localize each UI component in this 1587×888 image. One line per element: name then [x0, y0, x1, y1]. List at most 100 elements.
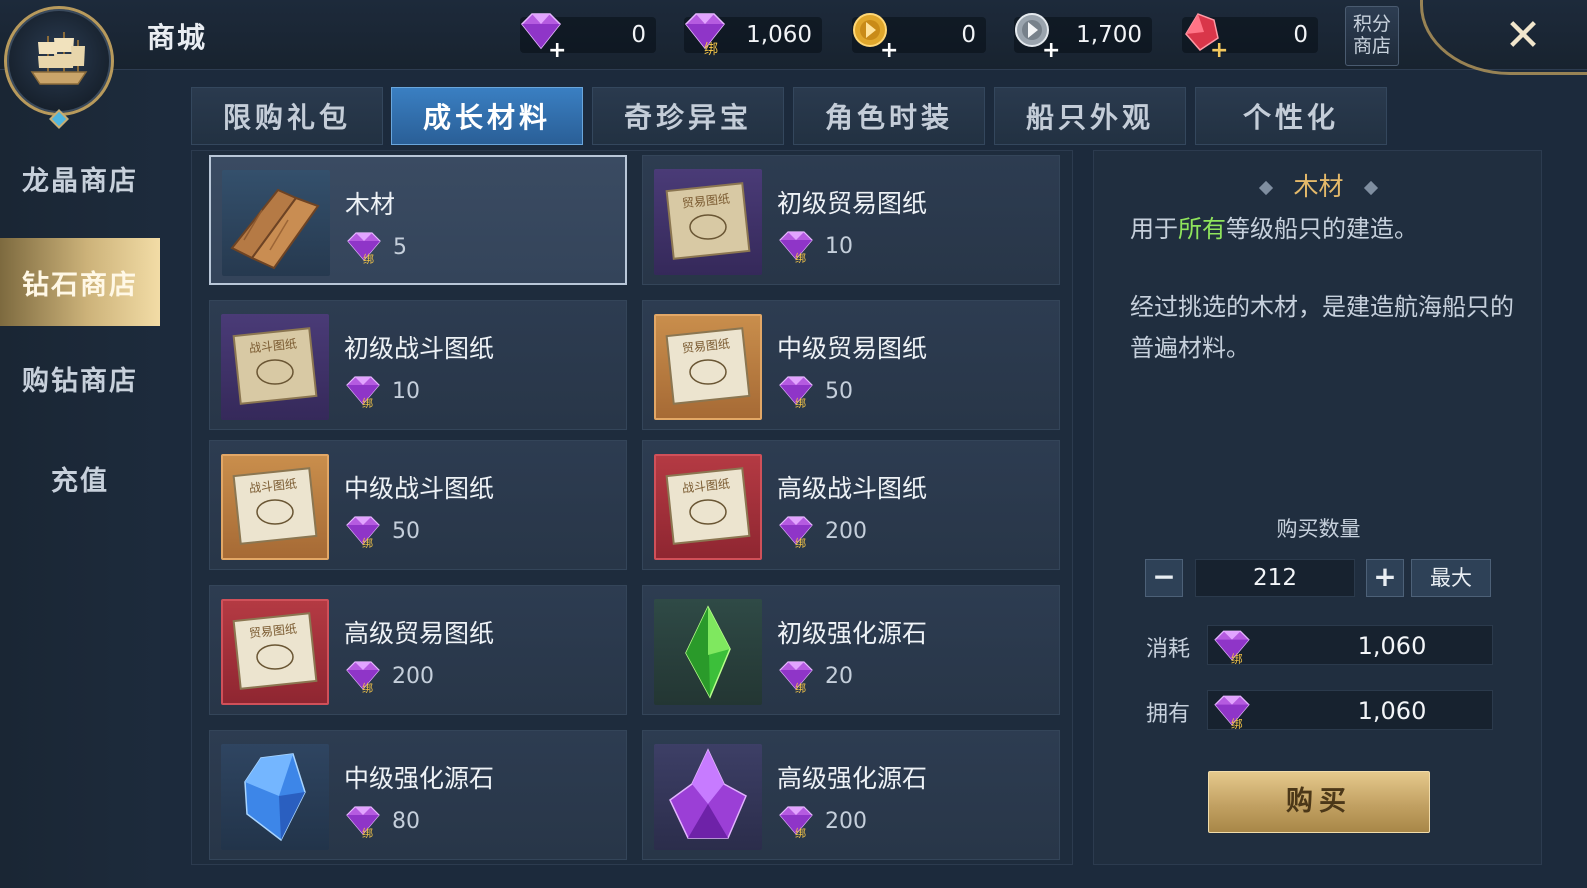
- battle-blueprint-icon: 战斗图纸: [654, 454, 762, 560]
- currency-silver[interactable]: 1,700 +: [1014, 13, 1152, 63]
- svg-text:绑: 绑: [795, 537, 806, 548]
- svg-text:绑: 绑: [795, 397, 806, 408]
- bound-diamond-icon: 绑: [779, 661, 813, 693]
- item-name: 中级战斗图纸: [344, 474, 495, 503]
- sidebar: 龙晶商店 钻石商店 购钻商店 充值: [0, 70, 160, 888]
- detail-description: 经过挑选的木材，是建造航海船只的普遍材料。: [1130, 293, 1514, 362]
- item-card-wood[interactable]: 木材 绑 5: [209, 155, 627, 285]
- cost-label: 消耗: [1146, 637, 1191, 662]
- item-price: 绑 5: [345, 231, 407, 264]
- item-name: 初级贸易图纸: [777, 189, 928, 218]
- page-title: 商城: [147, 21, 208, 54]
- bound-diamond-icon: 绑: [779, 516, 813, 548]
- add-icon: +: [1210, 38, 1229, 63]
- item-name: 初级战斗图纸: [344, 334, 495, 363]
- blue-crystal-icon: [221, 744, 329, 850]
- item-price: 绑 50: [344, 515, 420, 548]
- bound-diamond-icon: 绑: [779, 231, 813, 263]
- points-shop-button[interactable]: 积分 商店: [1345, 6, 1399, 66]
- wood-planks-icon: [222, 170, 330, 276]
- item-price: 绑 200: [777, 515, 867, 548]
- item-card-adv-enhance-stone[interactable]: 高级强化源石 绑 200: [642, 730, 1060, 860]
- svg-text:绑: 绑: [362, 827, 373, 838]
- sidebar-item-dragon-crystal-shop[interactable]: 龙晶商店: [0, 134, 160, 222]
- points-shop-label-1: 积分: [1352, 13, 1391, 35]
- quantity-decrease-button[interactable]: −: [1145, 559, 1183, 597]
- tab-rare-treasures[interactable]: 奇珍异宝: [592, 87, 784, 145]
- item-name: 高级强化源石: [777, 764, 928, 793]
- battle-blueprint-icon: 战斗图纸: [221, 314, 329, 420]
- tab-limited-packs[interactable]: 限购礼包: [191, 87, 383, 145]
- item-price-value: 200: [825, 808, 867, 834]
- svg-text:绑: 绑: [362, 397, 373, 408]
- detail-usage: 用于所有等级船只的建造。: [1130, 209, 1418, 244]
- usage-text: 等级船只的建造。: [1226, 215, 1418, 243]
- item-card-mid-battle-blueprint[interactable]: 战斗图纸 中级战斗图纸 绑 50: [209, 440, 627, 570]
- sidebar-item-buy-diamond-shop[interactable]: 购钻商店: [0, 334, 160, 422]
- svg-text:绑: 绑: [795, 827, 806, 838]
- currency-gold[interactable]: 0 +: [852, 13, 986, 63]
- bound-diamond-icon: 绑: [346, 376, 380, 408]
- item-card-adv-trade-blueprint[interactable]: 贸易图纸 高级贸易图纸 绑 200: [209, 585, 627, 715]
- svg-text:绑: 绑: [1231, 717, 1243, 729]
- item-price-value: 200: [392, 663, 434, 689]
- shop-logo: [4, 6, 114, 116]
- trade-blueprint-icon: 贸易图纸: [221, 599, 329, 705]
- purple-crystal-icon: [654, 744, 762, 850]
- quantity-input[interactable]: 212: [1195, 559, 1355, 597]
- trade-blueprint-icon: 贸易图纸: [654, 169, 762, 275]
- item-price: 绑 50: [777, 375, 853, 408]
- add-icon: +: [548, 38, 567, 63]
- close-icon: ✕: [1504, 10, 1542, 61]
- quantity-increase-button[interactable]: +: [1366, 559, 1404, 597]
- svg-text:绑: 绑: [795, 682, 806, 693]
- tab-personalization[interactable]: 个性化: [1195, 87, 1387, 145]
- buy-button[interactable]: 购买: [1208, 771, 1430, 833]
- item-detail-panel: 木材 用于所有等级船只的建造。 经过挑选的木材，是建造航海船只的普遍材料。 购买…: [1093, 150, 1542, 865]
- bound-diamond-icon: 绑: [346, 661, 380, 693]
- svg-text:绑: 绑: [362, 682, 373, 693]
- item-price-value: 80: [392, 808, 420, 834]
- quantity-label: 购买数量: [1276, 517, 1361, 541]
- svg-text:绑: 绑: [363, 253, 374, 264]
- sidebar-item-diamond-shop[interactable]: 钻石商店: [0, 238, 160, 326]
- trade-blueprint-icon: 贸易图纸: [654, 314, 762, 420]
- owned-value: 1,060: [1357, 697, 1427, 725]
- tab-ship-appearance[interactable]: 船只外观: [994, 87, 1186, 145]
- bound-diamond-icon: 绑: [1214, 630, 1250, 664]
- tab-growth-materials[interactable]: 成长材料: [391, 87, 583, 145]
- item-name: 木材: [345, 190, 396, 219]
- owned-label: 拥有: [1146, 702, 1191, 727]
- item-card-adv-battle-blueprint[interactable]: 战斗图纸 高级战斗图纸 绑 200: [642, 440, 1060, 570]
- item-name: 初级强化源石: [777, 619, 928, 648]
- item-card-basic-battle-blueprint[interactable]: 战斗图纸 初级战斗图纸 绑 10: [209, 300, 627, 430]
- diamond-ornament-icon: [1363, 180, 1378, 196]
- item-price-value: 200: [825, 518, 867, 544]
- bound-diamond-icon: 绑: [346, 516, 380, 548]
- cost-value: 1,060: [1357, 632, 1427, 660]
- svg-text:绑: 绑: [795, 252, 806, 263]
- currency-red-crystal[interactable]: 0 +: [1182, 13, 1318, 63]
- cost-box: 绑 1,060: [1207, 625, 1493, 665]
- currency-bound-diamond[interactable]: 绑 1,060: [684, 13, 822, 56]
- item-card-mid-enhance-stone[interactable]: 中级强化源石 绑 80: [209, 730, 627, 860]
- bound-diamond-icon: 绑: [779, 806, 813, 838]
- currency-diamond[interactable]: 0 +: [520, 13, 656, 63]
- bound-diamond-icon: 绑: [1214, 695, 1250, 729]
- svg-text:绑: 绑: [362, 537, 373, 548]
- sidebar-item-recharge[interactable]: 充值: [0, 434, 160, 522]
- item-price: 绑 80: [344, 805, 420, 838]
- detail-item-name: 木材: [1293, 172, 1344, 201]
- battle-blueprint-icon: 战斗图纸: [221, 454, 329, 560]
- quantity-max-button[interactable]: 最大: [1411, 559, 1491, 597]
- owned-box: 绑 1,060: [1207, 690, 1493, 730]
- item-price-value: 50: [825, 378, 853, 404]
- item-name: 中级强化源石: [344, 764, 495, 793]
- tab-character-fashion[interactable]: 角色时装: [793, 87, 985, 145]
- item-card-mid-trade-blueprint[interactable]: 贸易图纸 中级贸易图纸 绑 50: [642, 300, 1060, 430]
- item-card-basic-enhance-stone[interactable]: 初级强化源石 绑 20: [642, 585, 1060, 715]
- close-button[interactable]: ✕: [1500, 14, 1546, 60]
- item-card-basic-trade-blueprint[interactable]: 贸易图纸 初级贸易图纸 绑 10: [642, 155, 1060, 285]
- minus-icon: −: [1152, 560, 1176, 593]
- plus-icon: +: [1373, 560, 1397, 593]
